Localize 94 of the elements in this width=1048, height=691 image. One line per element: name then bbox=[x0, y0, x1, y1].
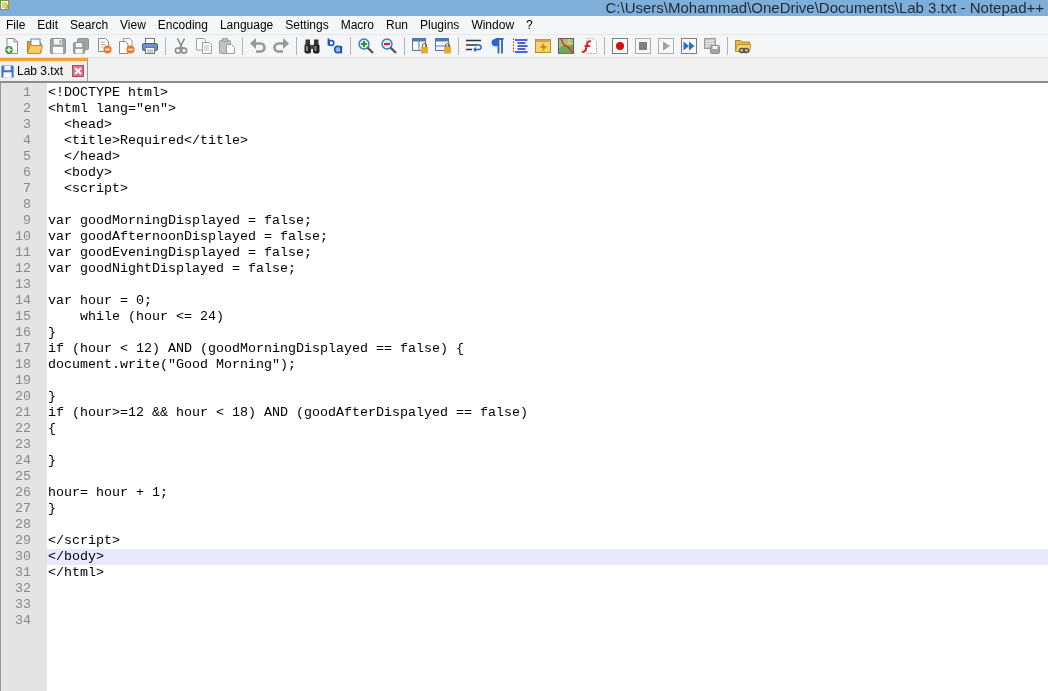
code-line: </body> bbox=[48, 549, 104, 564]
indent-guide-icon[interactable] bbox=[511, 38, 528, 54]
line-number: 33 bbox=[15, 597, 31, 612]
menu-item[interactable]: Edit bbox=[31, 17, 65, 33]
line-number: 11 bbox=[15, 245, 31, 260]
code-line: } bbox=[48, 453, 56, 468]
line-number: 30 bbox=[15, 549, 31, 564]
record-icon[interactable] bbox=[611, 38, 628, 54]
open-folder-icon[interactable] bbox=[26, 38, 43, 54]
code-line: <html lang="en"> bbox=[48, 101, 176, 116]
code-line: if (hour>=12 && hour < 18) AND (goodAfterDispalyed == false) bbox=[48, 405, 528, 420]
line-number: 14 bbox=[15, 293, 31, 308]
line-number: 4 bbox=[23, 133, 31, 148]
line-number: 22 bbox=[15, 421, 31, 436]
line-number: 18 bbox=[15, 357, 31, 372]
word-wrap-icon[interactable] bbox=[465, 38, 482, 54]
menu-item[interactable]: Encoding bbox=[151, 17, 214, 33]
line-number: 10 bbox=[15, 229, 31, 244]
line-number: 34 bbox=[15, 613, 31, 628]
code-line: </head> bbox=[64, 149, 120, 164]
folder-link-icon[interactable] bbox=[734, 38, 751, 54]
line-number: 7 bbox=[23, 181, 31, 196]
menu-item[interactable]: Settings bbox=[279, 17, 335, 33]
close-icon[interactable] bbox=[72, 65, 85, 77]
code-line: var goodMorningDisplayed = false; bbox=[48, 213, 312, 228]
code-line: if (hour < 12) AND (goodMorningDisplayed == false) { bbox=[48, 341, 464, 356]
zoom-out-icon[interactable] bbox=[380, 38, 397, 54]
line-number: 26 bbox=[15, 485, 31, 500]
code-line: var hour = 0; bbox=[48, 293, 152, 308]
code-line: } bbox=[48, 325, 56, 340]
line-number: 13 bbox=[15, 277, 31, 292]
line-number: 8 bbox=[23, 197, 31, 212]
line-number: 1 bbox=[23, 85, 31, 100]
code-line: var goodAfternoonDisplayed = false; bbox=[48, 229, 328, 244]
line-number: 21 bbox=[15, 405, 31, 420]
fast-forward-icon[interactable] bbox=[680, 38, 697, 54]
menu-item[interactable]: Language bbox=[213, 17, 280, 33]
line-number: 12 bbox=[15, 261, 31, 276]
code-line: { bbox=[48, 421, 56, 436]
line-number: 2 bbox=[23, 101, 31, 116]
menu-item[interactable]: Macro bbox=[334, 17, 380, 33]
line-number: 5 bbox=[23, 149, 31, 164]
function-document-icon[interactable] bbox=[580, 38, 597, 54]
line-number: 3 bbox=[23, 117, 31, 132]
line-number: 24 bbox=[15, 453, 31, 468]
code-line: var goodNightDisplayed = false; bbox=[48, 261, 296, 276]
menu-item[interactable]: Window bbox=[465, 17, 521, 33]
line-number: 20 bbox=[15, 389, 31, 404]
line-number: 19 bbox=[15, 373, 31, 388]
line-number: 27 bbox=[15, 501, 31, 516]
line-number: 25 bbox=[15, 469, 31, 484]
menu-item[interactable]: Run bbox=[380, 17, 414, 33]
code-line: </html> bbox=[48, 565, 104, 580]
line-number: 23 bbox=[15, 437, 31, 452]
menu-item[interactable]: File bbox=[0, 17, 32, 33]
code-line: </script> bbox=[48, 533, 120, 548]
line-number: 16 bbox=[15, 325, 31, 340]
code-line: } bbox=[48, 389, 56, 404]
line-number: 31 bbox=[15, 565, 31, 580]
line-number: 32 bbox=[15, 581, 31, 596]
code-line: while (hour <= 24) bbox=[80, 309, 224, 324]
new-document-icon[interactable] bbox=[3, 38, 20, 54]
line-number: 9 bbox=[23, 213, 31, 228]
line-number: 28 bbox=[15, 517, 31, 532]
map-icon[interactable] bbox=[557, 38, 574, 54]
notepad-icon bbox=[0, 0, 10, 10]
menu-item[interactable]: ? bbox=[520, 17, 539, 33]
line-number: 29 bbox=[15, 533, 31, 548]
window-lock-icon[interactable] bbox=[434, 38, 451, 54]
code-line: } bbox=[48, 501, 56, 516]
code-line: document.write("Good Morning"); bbox=[48, 357, 296, 372]
window-title: C:\Users\Mohammad\OneDrive\Documents\Lab 3.txt - Notepad++ bbox=[605, 0, 1045, 16]
code-line: <script> bbox=[64, 181, 128, 196]
code-line: <body> bbox=[64, 165, 112, 180]
code-line: <!DOCTYPE html> bbox=[48, 85, 168, 100]
code-line: <head> bbox=[64, 117, 112, 132]
window-lock-icon[interactable] bbox=[411, 38, 428, 54]
lightning-window-icon[interactable] bbox=[534, 38, 551, 54]
binoculars-icon[interactable] bbox=[303, 38, 320, 54]
code-line: <title>Required</title> bbox=[64, 133, 248, 148]
replace-icon[interactable] bbox=[326, 38, 343, 54]
line-number: 17 bbox=[15, 341, 31, 356]
line-number: 6 bbox=[23, 165, 31, 180]
code-line: hour= hour + 1; bbox=[48, 485, 168, 500]
line-number: 15 bbox=[15, 309, 31, 324]
menu-item[interactable]: Plugins bbox=[414, 17, 466, 33]
printer-icon[interactable] bbox=[141, 38, 158, 54]
close-document-icon[interactable] bbox=[95, 38, 112, 54]
zoom-in-icon[interactable] bbox=[357, 38, 374, 54]
menu-item[interactable]: Search bbox=[64, 17, 115, 33]
code-line: var goodEveningDisplayed = false; bbox=[48, 245, 312, 260]
menu-item[interactable]: View bbox=[114, 17, 152, 33]
file-tab[interactable]: Lab 3.txt bbox=[0, 58, 89, 81]
close-documents-icon[interactable] bbox=[118, 38, 135, 54]
